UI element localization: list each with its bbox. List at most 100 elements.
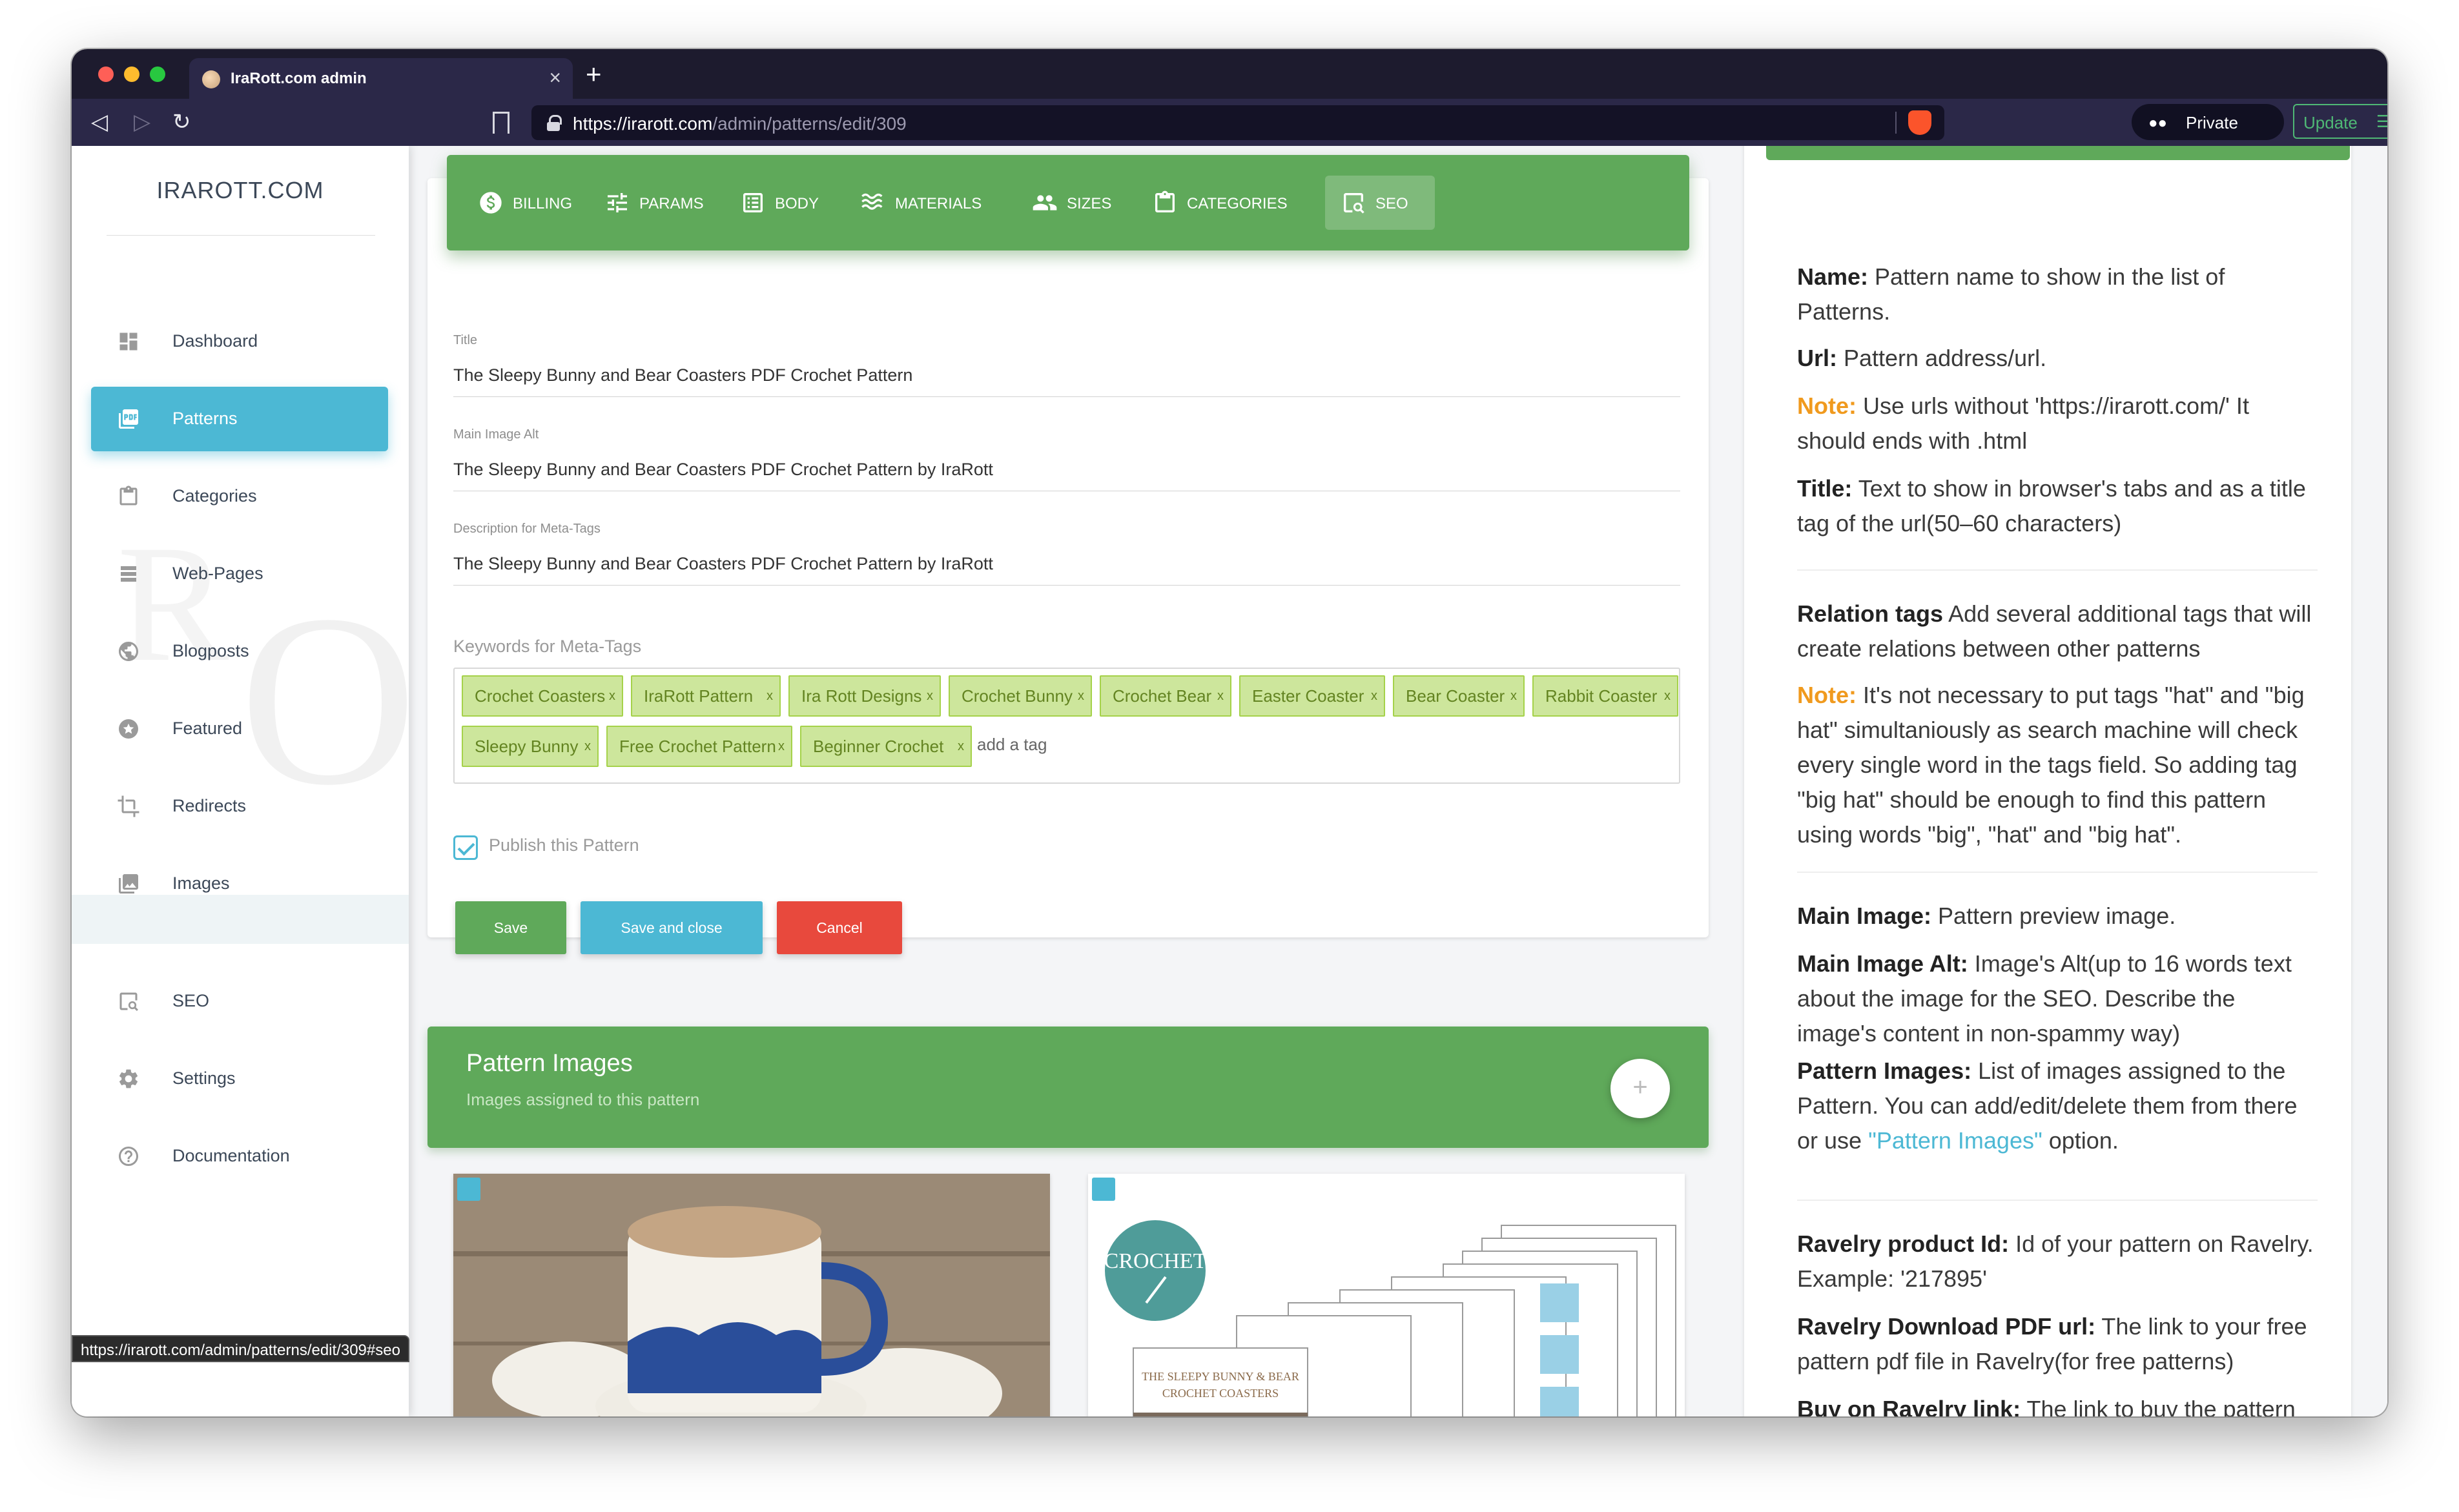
help-divider <box>1797 872 2318 873</box>
brave-shield-icon[interactable] <box>1908 110 1931 135</box>
help-term: Name: <box>1797 263 1869 290</box>
pattern-image-thumbnail[interactable] <box>453 1174 1050 1416</box>
title-field[interactable]: The Sleepy Bunny and Bear Coasters PDF C… <box>453 365 912 385</box>
help-name: Name: Pattern name to show in the list o… <box>1797 260 2314 329</box>
meta-description-field[interactable]: The Sleepy Bunny and Bear Coasters PDF C… <box>453 554 993 574</box>
keyword-tag[interactable]: Sleepy Bunny x <box>462 726 599 767</box>
tag-remove-icon[interactable]: x <box>767 677 773 715</box>
sidebar-divider <box>107 235 375 236</box>
sidebar-logo[interactable]: IRAROTT.COM <box>72 177 409 204</box>
zoom-window-button[interactable] <box>150 66 165 82</box>
keyword-tag[interactable]: IraRott Pattern x <box>631 675 781 717</box>
sidebar-item-web-pages[interactable]: Web-Pages <box>91 542 388 606</box>
keyword-tag[interactable]: Crochet Coasters x <box>462 675 623 717</box>
keyword-tag[interactable]: Easter Coaster x <box>1239 675 1385 717</box>
sidebar-item-redirects[interactable]: Redirects <box>91 774 388 839</box>
page-content: R O IRAROTT.COM Dashboard Patterns Categ… <box>72 146 2387 1416</box>
add-image-button[interactable]: + <box>1610 1059 1670 1118</box>
sidebar-item-seo[interactable]: SEO <box>91 969 388 1034</box>
back-icon[interactable]: ◁ <box>91 108 108 136</box>
private-window-badge[interactable]: ●● Private <box>2132 104 2284 140</box>
main-image-alt-label: Main Image Alt <box>453 427 539 442</box>
browser-navbar: ◁ ▷ ↻ https://irarott.com/admin/patterns… <box>72 99 2387 146</box>
image-badge-icon <box>1092 1178 1115 1201</box>
tab-close-icon[interactable]: × <box>549 66 561 90</box>
tag-remove-icon[interactable]: x <box>778 727 785 766</box>
tag-remove-icon[interactable]: x <box>1217 677 1224 715</box>
tab-billing[interactable]: BILLING <box>462 176 576 230</box>
keyword-tag[interactable]: Rabbit Coaster x <box>1532 675 1678 717</box>
tag-remove-icon[interactable]: x <box>927 677 933 715</box>
publish-checkbox[interactable] <box>453 835 478 860</box>
tab-label: SEO <box>1375 195 1408 212</box>
add-tag-input[interactable]: add a tag <box>977 735 1047 755</box>
sidebar-item-categories[interactable]: Categories <box>91 464 388 529</box>
keyword-tag[interactable]: Crochet Bear x <box>1100 675 1231 717</box>
help-text: Pattern address/url. <box>1837 345 2047 371</box>
lock-icon <box>547 115 562 131</box>
help-ravelry-buy: Buy on Ravelry link: The link to buy the… <box>1797 1392 2314 1416</box>
tag-label: Rabbit Coaster <box>1545 686 1658 706</box>
sidebar-item-dashboard[interactable]: Dashboard <box>91 309 388 374</box>
menu-icon: ☰ <box>2376 112 2387 131</box>
keywords-label: Keywords for Meta-Tags <box>453 637 642 656</box>
sidebar-item-patterns[interactable]: Patterns <box>91 387 388 451</box>
bookmark-icon[interactable] <box>493 112 509 134</box>
meta-description-label: Description for Meta-Tags <box>453 522 601 536</box>
cancel-button[interactable]: Cancel <box>777 901 902 954</box>
sidebar-item-label: Images <box>172 873 230 893</box>
image-icon <box>119 874 138 894</box>
tag-remove-icon[interactable]: x <box>1078 677 1084 715</box>
help-icon <box>119 1147 138 1166</box>
sidebar-item-documentation[interactable]: Documentation <box>91 1124 388 1189</box>
tab-sizes[interactable]: SIZES <box>1016 176 1124 230</box>
help-note-url: Note: Use urls without 'https://irarott.… <box>1797 389 2314 458</box>
tag-remove-icon[interactable]: x <box>958 727 964 766</box>
pattern-images-header: Pattern Images Images assigned to this p… <box>427 1027 1709 1148</box>
keyword-tag[interactable]: Ira Rott Designs x <box>788 675 941 717</box>
title-field-underline <box>453 396 1680 397</box>
tag-remove-icon[interactable]: x <box>1664 677 1671 715</box>
tag-remove-icon[interactable]: x <box>609 677 615 715</box>
tag-remove-icon[interactable]: x <box>584 727 591 766</box>
keyword-tag[interactable]: Crochet Bunny x <box>949 675 1092 717</box>
new-tab-icon[interactable]: + <box>586 58 602 90</box>
url-text[interactable]: https://irarott.com/admin/patterns/edit/… <box>573 114 907 134</box>
help-term: Relation tags <box>1797 600 1944 627</box>
tab-categories[interactable]: CATEGORIES <box>1137 176 1315 230</box>
pattern-images-link[interactable]: "Pattern Images" <box>1868 1127 2042 1154</box>
browser-tab[interactable]: IraRott.com admin × <box>189 58 573 99</box>
tab-body[interactable]: BODY <box>725 176 832 230</box>
tab-params[interactable]: PARAMS <box>589 176 712 230</box>
update-button[interactable]: Update ☰ <box>2293 104 2387 139</box>
pattern-image-thumbnail[interactable]: CROCHET THE SLEEPY BUNNY & BEAR CROCHET … <box>1088 1174 1685 1416</box>
main-image-alt-field[interactable]: The Sleepy Bunny and Bear Coasters PDF C… <box>453 460 993 480</box>
close-window-button[interactable] <box>98 66 114 82</box>
sidebar-item-images[interactable]: Images <box>91 852 388 916</box>
save-and-close-button[interactable]: Save and close <box>581 901 763 954</box>
sidebar-item-settings[interactable]: Settings <box>91 1047 388 1111</box>
forward-icon[interactable]: ▷ <box>134 108 150 136</box>
publish-label: Publish this Pattern <box>489 835 639 855</box>
save-button[interactable]: Save <box>455 901 566 954</box>
tab-materials[interactable]: MATERIALS <box>845 176 1003 230</box>
pattern-images-title: Pattern Images <box>466 1050 633 1077</box>
crop-icon <box>118 795 139 817</box>
tag-remove-icon[interactable]: x <box>1371 677 1377 715</box>
minimize-window-button[interactable] <box>124 66 139 82</box>
help-note-tags: Note: It's not necessary to put tags "ha… <box>1797 678 2314 852</box>
tag-remove-icon[interactable]: x <box>1510 677 1517 715</box>
sidebar-item-featured[interactable]: Featured <box>91 697 388 761</box>
sidebar-item-blogposts[interactable]: Blogposts <box>91 619 388 684</box>
sidebar-item-label: Documentation <box>172 1146 290 1165</box>
tab-seo[interactable]: SEO <box>1325 176 1435 230</box>
keyword-tag[interactable]: Bear Coaster x <box>1393 675 1525 717</box>
keyword-tag[interactable]: Free Crochet Pattern x <box>606 726 792 767</box>
keyword-tag[interactable]: Beginner Crochet x <box>800 726 972 767</box>
address-bar[interactable]: https://irarott.com/admin/patterns/edit/… <box>531 105 1944 140</box>
sidebar-item-label: Categories <box>172 486 257 506</box>
reload-icon[interactable]: ↻ <box>172 108 191 136</box>
help-note-label: Note: <box>1797 682 1857 708</box>
help-url: Url: Pattern address/url. <box>1797 341 2314 376</box>
sidebar-item-label: Redirects <box>172 796 247 815</box>
